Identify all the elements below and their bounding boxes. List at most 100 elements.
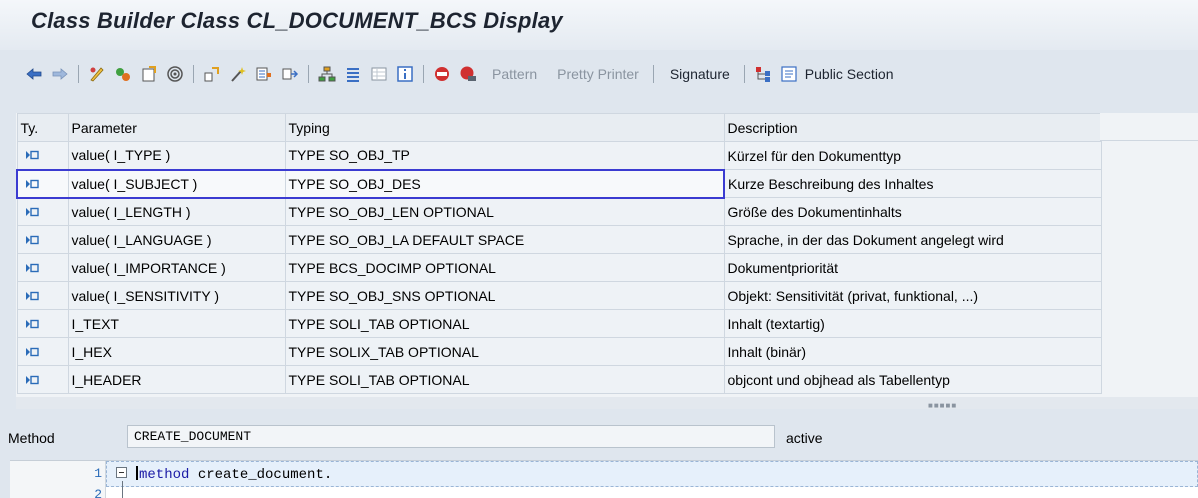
table-horizontal-scrollbar[interactable]: ■■■■■ [16,397,1198,410]
line-number: 1 [94,466,102,481]
where-used-icon[interactable] [200,62,224,86]
parameter-cell[interactable]: I_HEADER [67,365,286,394]
table-header-filler [1100,113,1198,141]
param-type-cell[interactable] [16,309,69,338]
parameter-cell[interactable]: value( I_TYPE ) [67,141,286,170]
importing-parameter-icon [21,347,39,357]
activate-icon[interactable] [163,62,187,86]
align-lines-icon[interactable] [341,62,365,86]
parameter-cell[interactable]: value( I_IMPORTANCE ) [67,253,286,282]
table-header-row: Ty. Parameter Typing Description [16,113,1102,142]
importing-parameter-icon [21,319,39,329]
line-number-gutter: 1 2 [10,461,106,498]
parameter-cell[interactable]: value( I_SENSITIVITY ) [67,281,286,310]
stop-breakpoint-icon[interactable] [456,62,480,86]
param-type-cell[interactable] [16,225,69,254]
magic-wand-icon[interactable] [226,62,250,86]
hierarchy-tree-icon[interactable] [751,62,775,86]
public-section-icon[interactable] [777,62,801,86]
description-cell[interactable]: Inhalt (binär) [723,337,1102,366]
signature-button[interactable]: Signature [660,66,740,82]
column-header-typing[interactable]: Typing [284,113,725,142]
param-type-cell[interactable] [16,253,69,282]
info-icon[interactable] [393,62,417,86]
table-row[interactable]: value( I_LENGTH ) TYPE SO_OBJ_LEN OPTIONA… [16,197,1102,226]
typing-cell[interactable]: TYPE SO_OBJ_LEN OPTIONAL [284,197,725,226]
scrollbar-grip-icon[interactable]: ■■■■■ [928,401,957,410]
hierarchy-icon[interactable] [315,62,339,86]
toolbar-separator [308,65,309,83]
importing-parameter-icon [21,179,39,189]
layout-grid-icon[interactable] [367,62,391,86]
description-cell[interactable]: Kurze Beschreibung des Inhaltes [723,169,1102,198]
back-arrow-icon[interactable] [22,62,46,86]
parameters-table: Ty. Parameter Typing Description value( … [16,113,1198,410]
table-row[interactable]: I_HEX TYPE SOLIX_TAB OPTIONAL Inhalt (binä… [16,337,1102,366]
param-type-cell[interactable] [16,168,69,199]
typing-cell[interactable]: TYPE SO_OBJ_TP [284,141,725,170]
code-keyword: method [139,467,190,483]
code-editor[interactable]: 1 2 method create_document. [10,460,1198,498]
typing-cell[interactable]: TYPE SO_OBJ_SNS OPTIONAL [284,281,725,310]
forward-arrow-icon[interactable] [48,62,72,86]
description-cell[interactable]: Objekt: Sensitivität (privat, funktional… [723,281,1102,310]
typing-cell[interactable]: TYPE SOLI_TAB OPTIONAL [284,365,725,394]
public-section-button[interactable]: Public Section [803,66,904,82]
importing-parameter-icon [21,291,39,301]
method-status: active [786,430,823,446]
typing-cell[interactable]: TYPE BCS_DOCIMP OPTIONAL [284,253,725,282]
fold-guide [122,481,123,498]
parameter-cell[interactable]: value( I_SUBJECT ) [67,168,286,199]
importing-parameter-icon [21,263,39,273]
collapse-block-icon[interactable] [116,467,127,478]
navigation-window-icon[interactable] [278,62,302,86]
param-type-cell[interactable] [16,141,69,170]
method-name-field[interactable]: CREATE_DOCUMENT [127,425,775,448]
table-row[interactable]: I_HEADER TYPE SOLI_TAB OPTIONAL objcont un… [16,365,1102,394]
set-breakpoint-icon[interactable] [430,62,454,86]
param-type-cell[interactable] [16,337,69,366]
parameter-cell[interactable]: I_HEX [67,337,286,366]
typing-cell[interactable]: TYPE SO_OBJ_DES [284,168,725,199]
importing-parameter-icon [21,207,39,217]
method-bar: Method CREATE_DOCUMENT active [0,425,1198,453]
line-number: 2 [94,487,102,498]
typing-cell[interactable]: TYPE SO_OBJ_LA DEFAULT SPACE [284,225,725,254]
table-row[interactable]: value( I_LANGUAGE ) TYPE SO_OBJ_LA DEFAUL… [16,225,1102,254]
toolbar-separator [78,65,79,83]
window-title: Class Builder Class CL_DOCUMENT_BCS Disp… [31,8,563,33]
column-header-parameter[interactable]: Parameter [67,113,286,142]
table-row[interactable]: value( I_SENSITIVITY ) TYPE SO_OBJ_SNS OP… [16,281,1102,310]
description-cell[interactable]: Dokumentpriorität [723,253,1102,282]
column-header-type[interactable]: Ty. [16,113,69,142]
param-type-cell[interactable] [16,281,69,310]
description-cell[interactable]: Inhalt (textartig) [723,309,1102,338]
importing-parameter-icon [21,375,39,385]
importing-parameter-icon [21,150,39,160]
table-row[interactable]: value( I_TYPE ) TYPE SO_OBJ_TP Kürzel für … [16,141,1102,170]
pattern-button[interactable]: Pattern [482,66,547,82]
object-list-icon[interactable] [252,62,276,86]
text-cursor [136,466,138,480]
typing-cell[interactable]: TYPE SOLIX_TAB OPTIONAL [284,337,725,366]
table-row[interactable]: value( I_IMPORTANCE ) TYPE BCS_DOCIMP OPT… [16,253,1102,282]
parameter-cell[interactable]: value( I_LENGTH ) [67,197,286,226]
table-row[interactable]: value( I_SUBJECT ) TYPE SO_OBJ_DES Kurze B… [16,168,1102,199]
description-cell[interactable]: Sprache, in der das Dokument angelegt wi… [723,225,1102,254]
param-type-cell[interactable] [16,365,69,394]
description-cell[interactable]: Größe des Dokumentinhalts [723,197,1102,226]
typing-cell[interactable]: TYPE SOLI_TAB OPTIONAL [284,309,725,338]
application-toolbar: Pattern Pretty Printer Signature Public … [0,50,1198,98]
table-row[interactable]: I_TEXT TYPE SOLI_TAB OPTIONAL Inhalt (text… [16,309,1102,338]
check-object-icon[interactable] [137,62,161,86]
code-line-1[interactable]: method create_document. [136,466,332,483]
description-cell[interactable]: objcont und objhead als Tabellentyp [723,365,1102,394]
pretty-printer-button[interactable]: Pretty Printer [547,66,649,82]
description-cell[interactable]: Kürzel für den Dokumenttyp [723,141,1102,170]
parameter-cell[interactable]: value( I_LANGUAGE ) [67,225,286,254]
parameter-cell[interactable]: I_TEXT [67,309,286,338]
active-inactive-icon[interactable] [111,62,135,86]
param-type-cell[interactable] [16,197,69,226]
column-header-description[interactable]: Description [723,113,1102,142]
display-change-icon[interactable] [85,62,109,86]
